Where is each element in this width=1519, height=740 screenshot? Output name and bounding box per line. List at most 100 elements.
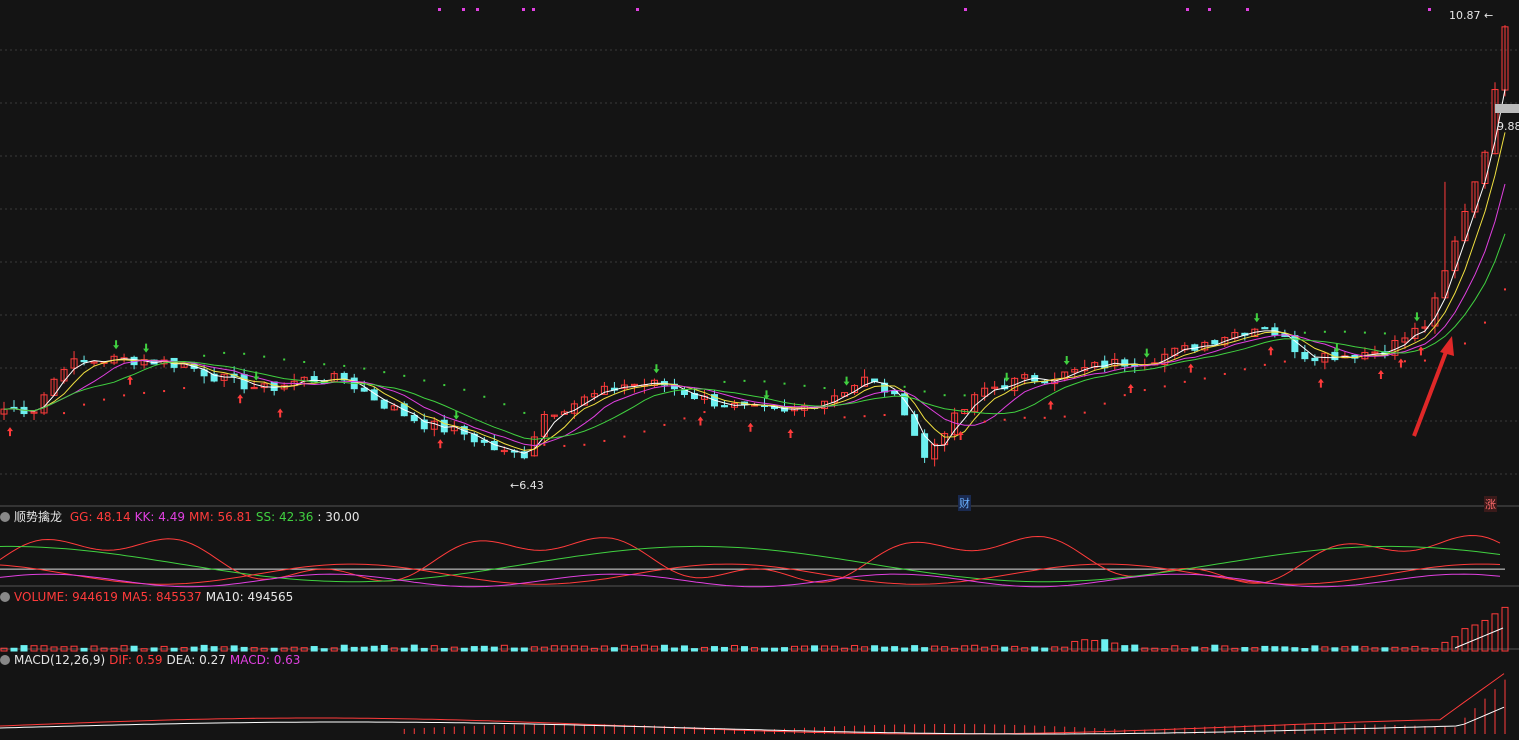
trail-dot [103, 398, 106, 401]
buy-arrow-icon [277, 408, 284, 418]
trail-dot [563, 444, 566, 447]
candle-body [80, 359, 88, 363]
volume-bar [210, 646, 218, 652]
volume-bar [660, 644, 668, 652]
volume-bar [420, 647, 428, 652]
candle-body [1101, 360, 1109, 369]
candle-body [1311, 357, 1319, 362]
trail-dot [643, 430, 646, 433]
volume-bar [460, 647, 468, 652]
volume-bar [510, 647, 518, 652]
volume-bar [1291, 647, 1299, 652]
candle-body [720, 405, 728, 408]
volume-bar [680, 645, 688, 652]
trail-dot [123, 394, 126, 397]
volume-bar [550, 645, 558, 652]
volume-bar [120, 645, 128, 652]
volume-bar [0, 647, 8, 652]
trail-dot [763, 380, 766, 383]
trail-dot [383, 371, 386, 374]
volume-bar [971, 644, 979, 652]
trail-dot [543, 443, 546, 446]
volume-bar [150, 647, 158, 652]
volume-bar [400, 647, 408, 652]
trend-arrow [1412, 343, 1451, 437]
trail-dot [1363, 331, 1366, 334]
legend-entry: KK: 4.49 [134, 510, 185, 524]
candle-body [1211, 340, 1219, 345]
trail-dot [1463, 342, 1466, 345]
volume-bar [360, 646, 368, 652]
buy-arrow-icon [747, 422, 754, 432]
volume-bar [901, 647, 909, 652]
trail-dot [1163, 385, 1166, 388]
candle-body [1301, 351, 1309, 360]
volume-bar [140, 648, 148, 652]
volume-bar [1281, 646, 1289, 652]
trail-dot [1143, 389, 1146, 392]
current-price-marker [1495, 104, 1519, 113]
settings-icon[interactable] [0, 512, 10, 522]
indicator-name: 顺势擒龙 [14, 510, 63, 524]
volume-bar [1131, 644, 1139, 652]
settings-icon[interactable] [0, 592, 10, 602]
trail-dot [723, 380, 726, 383]
buy-arrow-icon [787, 429, 794, 439]
trend-arrow-head [1440, 336, 1454, 356]
volume-bar [1381, 647, 1389, 652]
volume-bar [1271, 646, 1279, 652]
volume-bar [1041, 647, 1049, 652]
trail-dot [283, 358, 286, 361]
volume-bar [881, 646, 889, 652]
legend-entry: VOLUME: 944619 [14, 590, 118, 604]
volume-bar [1141, 647, 1149, 652]
volume-bar [430, 645, 438, 652]
trail-dot [1123, 394, 1126, 397]
signal-tick [1428, 8, 1431, 11]
volume-bar [1471, 624, 1479, 652]
trail-dot [143, 391, 146, 394]
arrow-left-icon: ← [510, 479, 520, 492]
legend-entry: DIF: 0.59 [109, 653, 163, 667]
trail-dot [983, 420, 986, 423]
macd-legend: MACD(12,26,9) DIF: 0.59 DEA: 0.27 MACD: 0.6… [0, 652, 308, 668]
volume-values: VOLUME: 944619 MA5: 845537 MA10: 494565 [14, 590, 297, 604]
signal-tick [438, 8, 441, 11]
trail-dot [1103, 402, 1106, 405]
trail-dot [683, 417, 686, 420]
trail-dot [223, 351, 226, 354]
volume-bar [560, 645, 568, 652]
candle-body [1261, 327, 1269, 330]
finance-marker[interactable]: 财 [958, 495, 971, 511]
settings-icon[interactable] [0, 655, 10, 665]
volume-bar [380, 644, 388, 652]
trail-dot [1063, 415, 1066, 418]
buy-arrow-icon [1397, 358, 1404, 368]
trail-dot [263, 355, 266, 358]
candle-body [240, 374, 248, 390]
volume-bar [821, 645, 829, 652]
stock-chart: 顺势擒龙 GG: 48.14 KK: 4.49 MM: 56.81 SS: 42.36… [0, 0, 1519, 736]
volume-bar [1301, 648, 1309, 652]
volume-bar [1071, 640, 1079, 652]
buy-arrow-icon [1317, 378, 1324, 388]
volume-bar [811, 645, 819, 652]
trail-dot [443, 384, 446, 387]
volume-bar [1181, 648, 1189, 652]
volume-bar [30, 645, 38, 652]
volume-bar [841, 647, 849, 652]
legend-entry: MA10: 494565 [205, 590, 294, 604]
volume-bar [921, 647, 929, 652]
kk-line [0, 573, 1501, 588]
volume-legend: VOLUME: 944619 MA5: 845537 MA10: 494565 [0, 589, 301, 605]
trail-dot [943, 394, 946, 397]
arrow-left-icon: ← [1484, 9, 1494, 22]
legend-entry: MM: 56.81 [188, 510, 252, 524]
volume-bar [1111, 642, 1119, 652]
trail-dot [343, 364, 346, 367]
trail-dot [363, 367, 366, 370]
buy-arrow-icon [1417, 346, 1424, 356]
volume-bar [1311, 645, 1319, 652]
volume-bar [761, 647, 769, 652]
limit-up-marker[interactable]: 涨 [1484, 496, 1497, 512]
